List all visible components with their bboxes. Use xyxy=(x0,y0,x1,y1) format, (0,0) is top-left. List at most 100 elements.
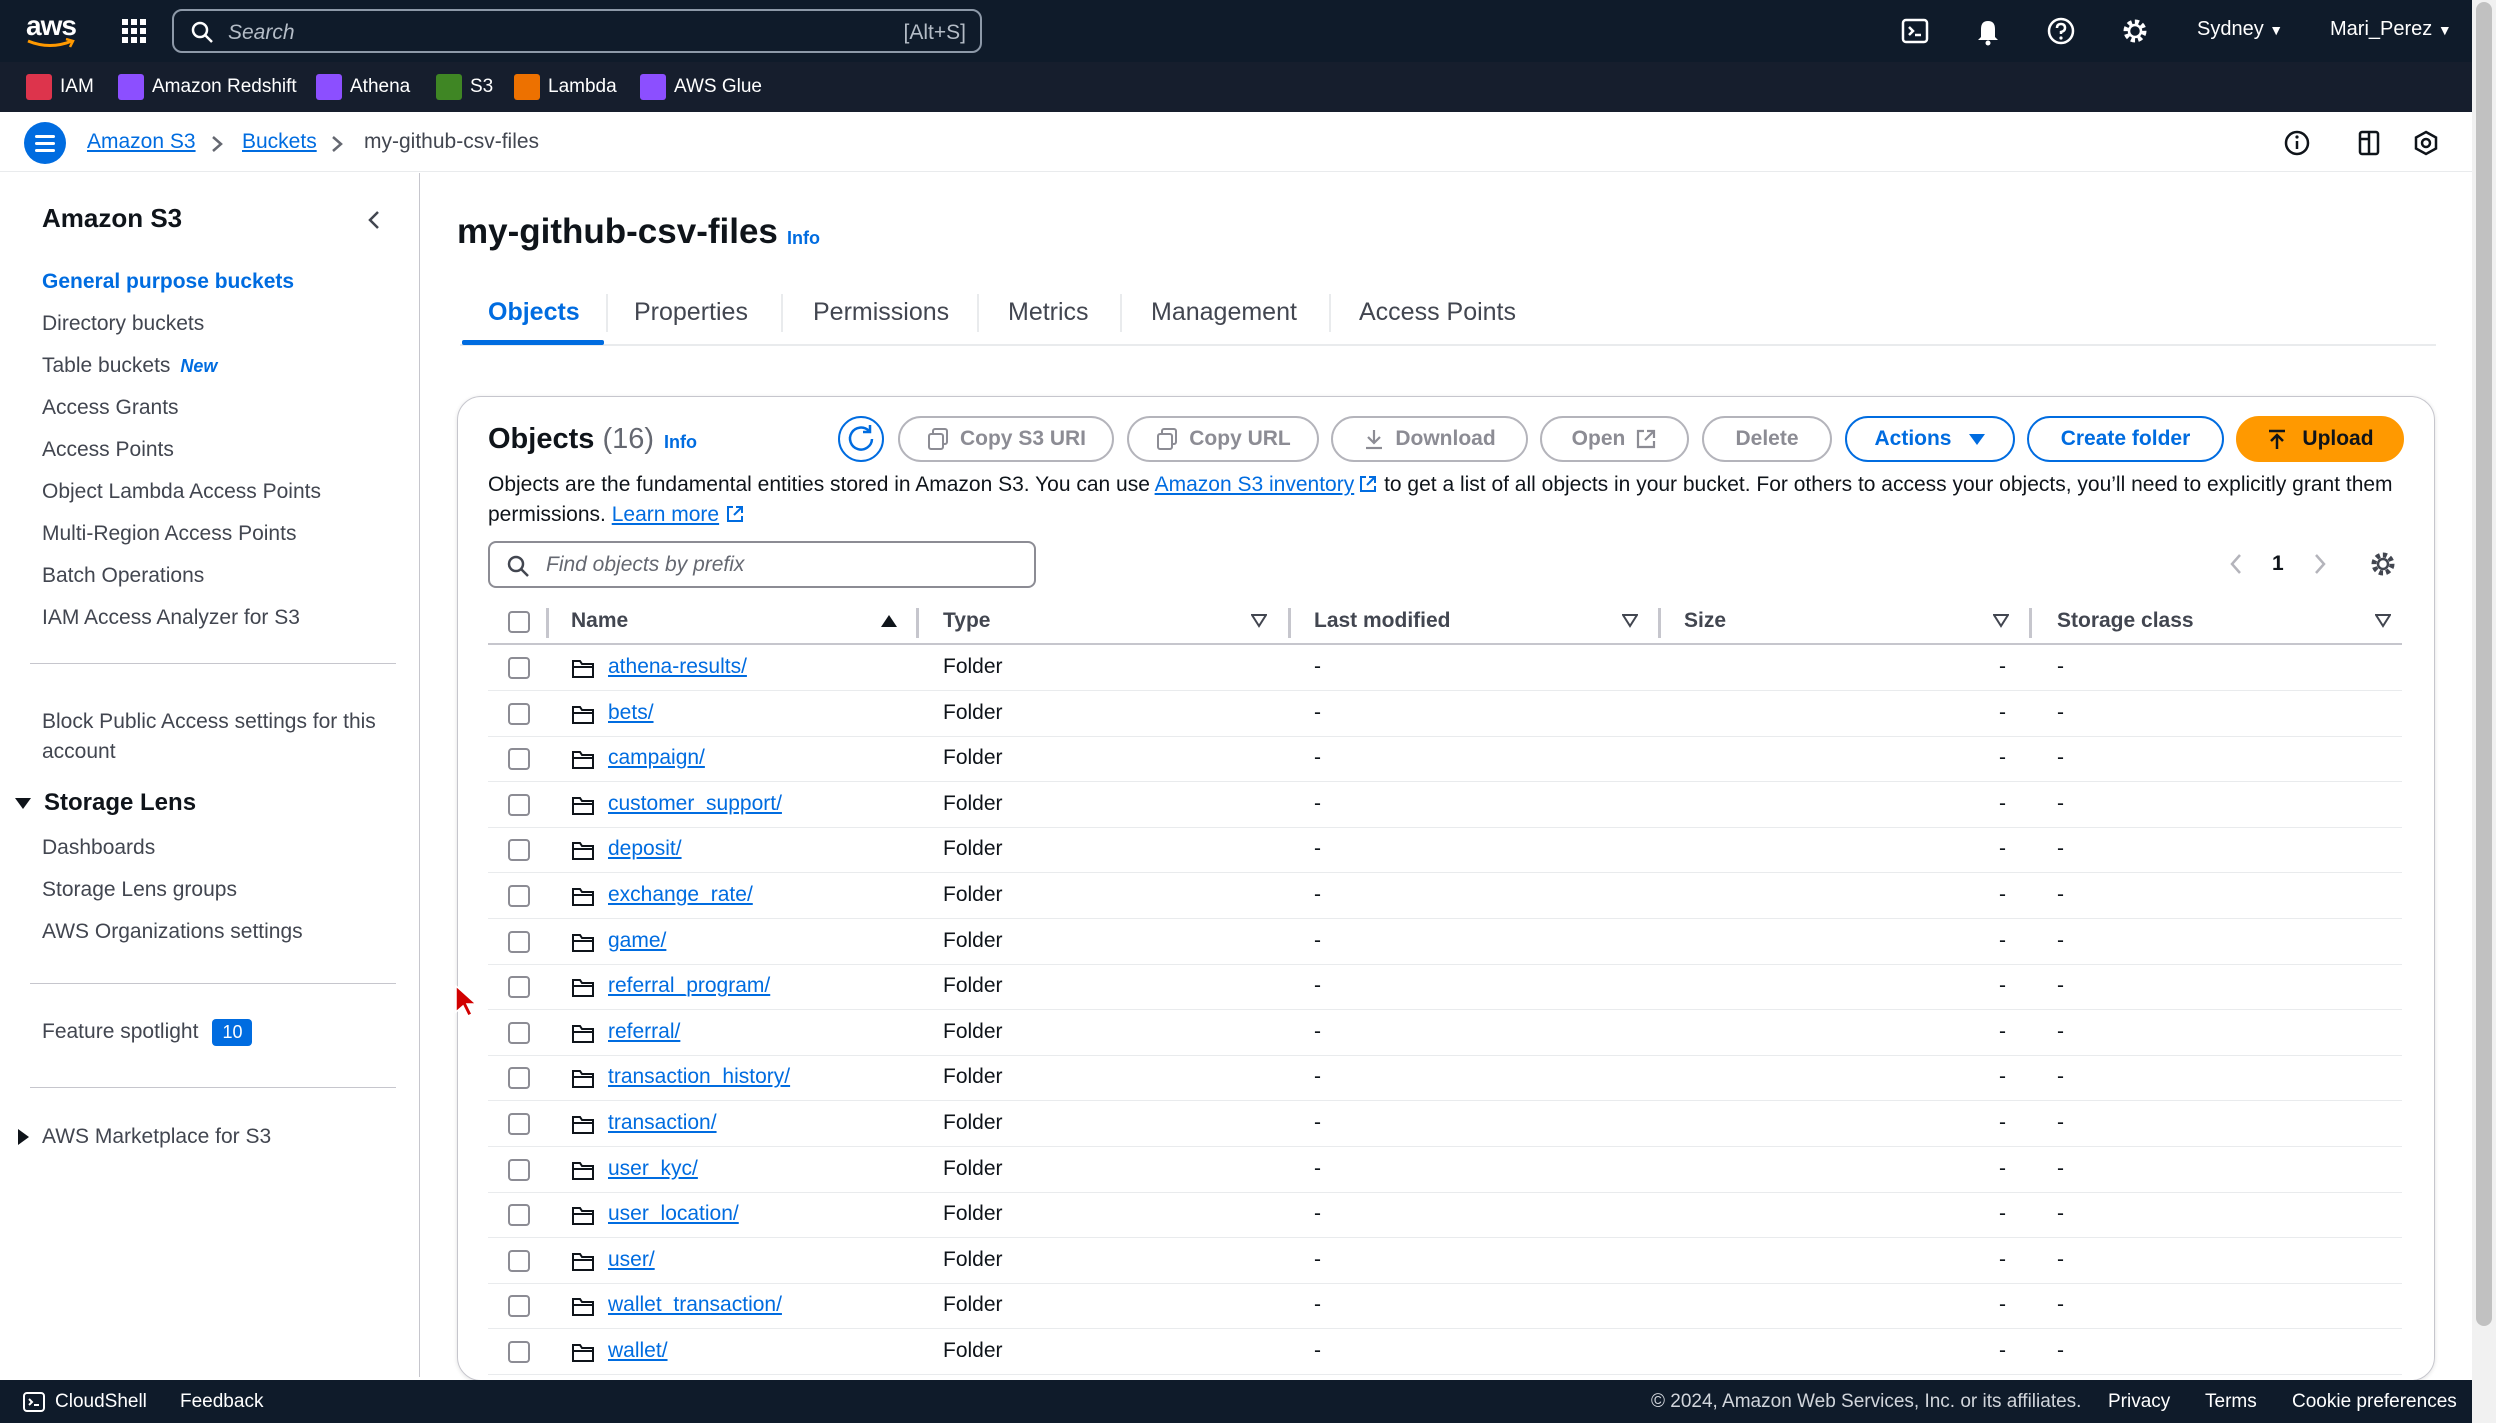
table-row[interactable]: deposit/Folder - - - xyxy=(488,827,2402,874)
cloudshell-icon[interactable] xyxy=(1900,16,1930,46)
favorite-s3[interactable]: S3 xyxy=(436,74,493,100)
help-icon[interactable] xyxy=(2046,16,2076,46)
favorite-glue[interactable]: AWS Glue xyxy=(640,74,762,100)
copy-s3-uri-button[interactable]: Copy S3 URI xyxy=(898,416,1114,462)
sort-icon[interactable] xyxy=(1251,614,1267,628)
sidebar-item-dashboards[interactable]: Dashboards xyxy=(42,836,155,860)
row-checkbox[interactable] xyxy=(508,1204,530,1227)
close-sidebar-icon[interactable] xyxy=(366,209,382,231)
terms-link[interactable]: Terms xyxy=(2205,1391,2257,1413)
scrollbar-thumb[interactable] xyxy=(2476,2,2492,1326)
marketplace-section[interactable]: AWS Marketplace for S3 xyxy=(16,1125,271,1149)
table-row[interactable]: wallet/Folder - - - xyxy=(488,1329,2402,1375)
object-name-link[interactable]: bets/ xyxy=(608,701,654,725)
sidebar-item-aws-organizations[interactable]: AWS Organizations settings xyxy=(42,920,303,944)
table-row[interactable]: transaction/Folder - - - xyxy=(488,1101,2402,1147)
preferences-gear-icon[interactable] xyxy=(2368,549,2398,579)
tab-permissions[interactable]: Permissions xyxy=(813,298,949,327)
sidebar-item-directory-buckets[interactable]: Directory buckets xyxy=(42,312,204,336)
delete-button[interactable]: Delete xyxy=(1702,416,1832,462)
sidebar-item-object-lambda[interactable]: Object Lambda Access Points xyxy=(42,480,321,504)
cookie-preferences-link[interactable]: Cookie preferences xyxy=(2292,1391,2457,1413)
table-row[interactable]: exchange_rate/Folder - - - xyxy=(488,873,2402,919)
object-name-link[interactable]: wallet/ xyxy=(608,1339,668,1363)
object-name-link[interactable]: user_kyc/ xyxy=(608,1157,698,1181)
sidebar-item-multi-region[interactable]: Multi-Region Access Points xyxy=(42,522,296,546)
row-checkbox[interactable] xyxy=(508,1295,530,1318)
refresh-button[interactable] xyxy=(838,416,884,462)
info-link[interactable]: Info xyxy=(787,228,820,249)
bell-icon[interactable] xyxy=(1973,16,2003,46)
sort-icon[interactable] xyxy=(2375,614,2391,628)
row-checkbox[interactable] xyxy=(508,885,530,907)
breadcrumb-buckets[interactable]: Buckets xyxy=(242,130,317,154)
object-name-link[interactable]: exchange_rate/ xyxy=(608,883,753,907)
gear-icon[interactable] xyxy=(2120,16,2150,46)
sidebar-item-access-points[interactable]: Access Points xyxy=(42,438,174,462)
row-checkbox[interactable] xyxy=(508,1067,530,1090)
row-checkbox[interactable] xyxy=(508,657,530,679)
object-name-link[interactable]: athena-results/ xyxy=(608,655,747,679)
row-checkbox[interactable] xyxy=(508,839,530,862)
s3-inventory-link[interactable]: Amazon S3 inventory xyxy=(1155,473,1355,496)
storage-lens-section[interactable]: Storage Lens xyxy=(14,789,196,817)
tab-metrics[interactable]: Metrics xyxy=(1008,298,1089,327)
tab-management[interactable]: Management xyxy=(1151,298,1297,327)
region-selector[interactable]: Sydney ▼ xyxy=(2197,18,2283,41)
copy-url-button[interactable]: Copy URL xyxy=(1127,416,1319,462)
sidebar-item-general-purpose-buckets[interactable]: General purpose buckets xyxy=(42,270,294,294)
sort-icon[interactable] xyxy=(1993,614,2009,628)
row-checkbox[interactable] xyxy=(508,1249,530,1272)
favorite-athena[interactable]: Athena xyxy=(316,74,410,100)
sidebar-item-batch-operations[interactable]: Batch Operations xyxy=(42,564,204,588)
create-folder-button[interactable]: Create folder xyxy=(2027,416,2224,462)
table-row[interactable]: athena-results/Folder - - - xyxy=(488,645,2402,691)
actions-button[interactable]: Actions xyxy=(1845,416,2015,462)
row-checkbox[interactable] xyxy=(508,748,530,771)
object-name-link[interactable]: game/ xyxy=(608,929,666,953)
feature-spotlight[interactable]: Feature spotlight 10 xyxy=(42,1019,253,1046)
chevron-left-icon[interactable] xyxy=(2228,552,2244,576)
row-checkbox[interactable] xyxy=(508,1341,530,1363)
column-header-storage-class[interactable]: Storage class xyxy=(2057,609,2194,633)
objects-info-link[interactable]: Info xyxy=(664,432,697,453)
column-header-last-modified[interactable]: Last modified xyxy=(1314,609,1451,633)
cloudshell-icon[interactable] xyxy=(22,1391,46,1413)
sidebar-item-block-public-access[interactable]: Block Public Access settings for this ac… xyxy=(42,707,402,767)
sort-ascending-icon[interactable] xyxy=(880,614,898,628)
sidebar-item-storage-lens-groups[interactable]: Storage Lens groups xyxy=(42,878,237,902)
account-menu[interactable]: Mari_Perez ▼ xyxy=(2330,18,2452,41)
tab-access-points[interactable]: Access Points xyxy=(1359,298,1516,327)
row-checkbox[interactable] xyxy=(508,793,530,816)
global-search-input[interactable]: Search [Alt+S] xyxy=(172,9,982,53)
row-checkbox[interactable] xyxy=(508,930,530,953)
notes-icon[interactable] xyxy=(2355,129,2383,157)
upload-button[interactable]: Upload xyxy=(2236,416,2404,462)
object-name-link[interactable]: transaction_history/ xyxy=(608,1065,790,1089)
table-row[interactable]: user/Folder - - - xyxy=(488,1238,2402,1284)
services-grid-icon[interactable] xyxy=(120,17,148,45)
column-header-type[interactable]: Type xyxy=(943,609,990,633)
column-header-name[interactable]: Name xyxy=(571,609,628,633)
object-name-link[interactable]: campaign/ xyxy=(608,746,705,770)
tab-properties[interactable]: Properties xyxy=(634,298,748,327)
chevron-right-icon[interactable] xyxy=(2312,552,2328,576)
learn-more-link[interactable]: Learn more xyxy=(612,503,719,526)
hexagon-settings-icon[interactable] xyxy=(2412,129,2440,157)
table-row[interactable]: transaction_history/Folder - - - xyxy=(488,1055,2402,1102)
table-row[interactable]: bets/Folder - - - xyxy=(488,691,2402,737)
row-checkbox[interactable] xyxy=(508,1021,530,1044)
object-name-link[interactable]: customer_support/ xyxy=(608,792,782,816)
sort-icon[interactable] xyxy=(1622,614,1638,628)
find-objects-input[interactable]: Find objects by prefix xyxy=(488,541,1036,588)
table-row[interactable]: wallet_transaction/Folder - - - xyxy=(488,1283,2402,1330)
breadcrumb-amazon-s3[interactable]: Amazon S3 xyxy=(87,130,196,154)
object-name-link[interactable]: transaction/ xyxy=(608,1111,717,1135)
favorite-redshift[interactable]: Amazon Redshift xyxy=(118,74,297,100)
favorite-lambda[interactable]: Lambda xyxy=(514,74,617,100)
object-name-link[interactable]: wallet_transaction/ xyxy=(608,1293,782,1317)
aws-logo[interactable]: aws xyxy=(24,10,77,50)
download-button[interactable]: Download xyxy=(1331,416,1528,462)
privacy-link[interactable]: Privacy xyxy=(2108,1391,2170,1413)
table-row[interactable]: referral/Folder - - - xyxy=(488,1010,2402,1056)
